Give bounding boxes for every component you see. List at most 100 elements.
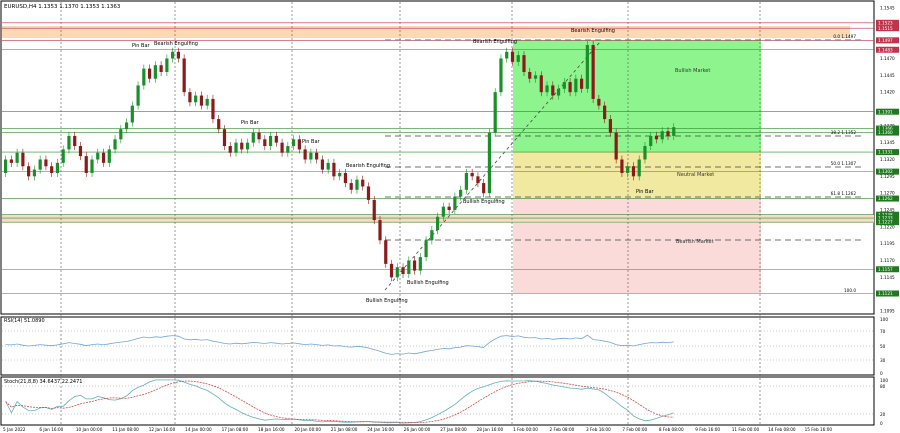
annotation: Bearish Engulfing xyxy=(346,163,390,169)
stoch-header: Stoch(21,8,8) 34.6437 22.2471 xyxy=(4,379,82,385)
stoch-tick: 80 xyxy=(880,384,886,389)
time-label: 17 Jan 08:00 xyxy=(222,427,249,432)
fib-label-100: 100.0 xyxy=(844,288,856,293)
supply-zone xyxy=(2,26,850,38)
annotation: Pin Bar xyxy=(302,139,321,145)
rsi-tick: 30 xyxy=(880,358,886,363)
neutral-market-label: Neutral Market xyxy=(677,172,714,178)
time-label: 5 Jan 2022 xyxy=(3,427,26,432)
price-tag: 1.1391 xyxy=(876,108,899,115)
stoch-axis: 100 80 20 0 xyxy=(880,378,888,426)
svg-text:1.1302: 1.1302 xyxy=(878,169,893,174)
time-label: 20 Jan 00:00 xyxy=(294,427,321,432)
svg-text:1.1523: 1.1523 xyxy=(878,20,893,25)
candle xyxy=(585,40,589,93)
candle xyxy=(591,40,595,103)
annotation: Bearish Engulfing xyxy=(473,39,517,45)
time-label: 8 Feb 08:00 xyxy=(659,427,684,432)
time-label: 27 Jan 08:00 xyxy=(440,427,467,432)
svg-text:1.1157: 1.1157 xyxy=(878,267,893,272)
candle xyxy=(211,94,215,124)
price-tick: 1.1345 xyxy=(880,140,895,145)
price-tag: 1.1157 xyxy=(876,266,899,273)
svg-text:1.1360: 1.1360 xyxy=(878,130,893,135)
chart-header: EURUSD,H4 1.1353 1.1370 1.1353 1.1363 xyxy=(4,4,121,10)
price-tag: 1.1227 xyxy=(876,219,899,226)
rsi-axis: 100 70 50 30 0 xyxy=(880,317,888,376)
time-label: 21 Jan 08:00 xyxy=(331,427,358,432)
candle xyxy=(493,88,497,137)
time-label: 14 Jan 00:00 xyxy=(185,427,212,432)
candle xyxy=(378,216,382,245)
fib-label-38: 38.2 1.1352 xyxy=(831,130,857,135)
price-tick: 1.1095 xyxy=(880,309,895,314)
candle xyxy=(487,128,492,198)
bearish-market-label: Bearish Market xyxy=(676,239,714,245)
price-tick: 1.1195 xyxy=(880,241,895,246)
annotation: Bearish Engulfing xyxy=(571,28,615,34)
svg-text:1.1331: 1.1331 xyxy=(878,150,893,155)
time-label: 24 Jan 16:00 xyxy=(367,427,394,432)
candle xyxy=(384,236,388,268)
rsi-tick: 70 xyxy=(880,329,886,334)
time-label: 28 Jan 16:00 xyxy=(477,427,504,432)
price-tag: 1.1262 xyxy=(876,195,899,202)
annotation: Bullish Engulfing xyxy=(366,298,408,304)
trading-chart[interactable]: EURUSD,H4 1.1353 1.1370 1.1353 1.1363 RS… xyxy=(0,0,900,433)
stoch-tick: 20 xyxy=(880,412,886,417)
price-tag: 1.1515 xyxy=(876,25,899,32)
bullish-market-label: Bullish Market xyxy=(675,68,710,74)
time-label: 18 Jan 16:00 xyxy=(258,427,285,432)
rsi-tick: 100 xyxy=(880,317,888,322)
time-label: 15 Feb 16:00 xyxy=(805,427,833,432)
svg-text:1.1483: 1.1483 xyxy=(878,47,893,52)
time-label: 1 Feb 00:00 xyxy=(513,427,538,432)
annotation: Pin Bar xyxy=(636,189,655,195)
svg-text:1.1497: 1.1497 xyxy=(878,38,893,43)
fib-label-50: 50.0 1.1307 xyxy=(831,161,857,166)
price-tick: 1.1320 xyxy=(880,157,895,162)
time-label: 9 Feb 16:00 xyxy=(695,427,720,432)
time-label: 26 Jan 00:00 xyxy=(404,427,431,432)
price-tag: 1.1483 xyxy=(876,46,899,53)
candle xyxy=(182,54,186,97)
rsi-header: RSI(14) 51.0890 xyxy=(4,318,45,324)
price-tick: 1.1170 xyxy=(880,258,895,263)
annotation: Pin Bar xyxy=(132,43,151,49)
annotation: Bullish Engulfing xyxy=(463,199,505,205)
candle xyxy=(136,81,140,110)
stoch-tick: 0 xyxy=(880,421,883,426)
time-label: 6 Jan 16:00 xyxy=(39,427,63,432)
candle xyxy=(614,128,618,164)
annotation: Bearish Engulfing xyxy=(154,41,198,47)
svg-text:1.1391: 1.1391 xyxy=(878,109,893,114)
time-label: 2 Feb 08:00 xyxy=(550,427,575,432)
candle xyxy=(499,54,503,97)
svg-text:1.1227: 1.1227 xyxy=(878,220,893,225)
time-label: 11 Feb 00:00 xyxy=(732,427,760,432)
time-label: 10 Jan 00:00 xyxy=(76,427,103,432)
price-tick: 1.1445 xyxy=(880,73,895,78)
price-tag: 1.1497 xyxy=(876,37,899,44)
price-tick: 1.1145 xyxy=(880,275,895,280)
rsi-tick: 0 xyxy=(880,371,883,376)
time-label: 12 Jan 16:00 xyxy=(149,427,176,432)
price-tick: 1.1420 xyxy=(880,90,895,95)
price-tick: 1.1470 xyxy=(880,56,895,61)
price-tag: 1.1121 xyxy=(876,290,899,297)
candle xyxy=(372,195,376,225)
price-tick: 1.1270 xyxy=(880,191,895,196)
svg-text:1.1515: 1.1515 xyxy=(878,26,893,31)
time-label: 14 Feb 08:00 xyxy=(768,427,796,432)
time-axis: 5 Jan 2022 6 Jan 16:00 10 Jan 00:00 11 Jan … xyxy=(3,427,832,432)
time-label: 11 Jan 08:00 xyxy=(112,427,139,432)
annotation: Bullish Engulfing xyxy=(407,280,449,286)
bullish-market-zone xyxy=(513,40,761,152)
price-tag: 1.1302 xyxy=(876,168,899,175)
rsi-tick: 50 xyxy=(880,344,886,349)
bearish-market-zone xyxy=(513,197,761,293)
svg-text:1.1262: 1.1262 xyxy=(878,196,893,201)
stoch-pane xyxy=(0,376,875,426)
fib-label-0: 0.0 1.1497 xyxy=(833,34,856,39)
price-tag: 1.1360 xyxy=(876,129,899,136)
